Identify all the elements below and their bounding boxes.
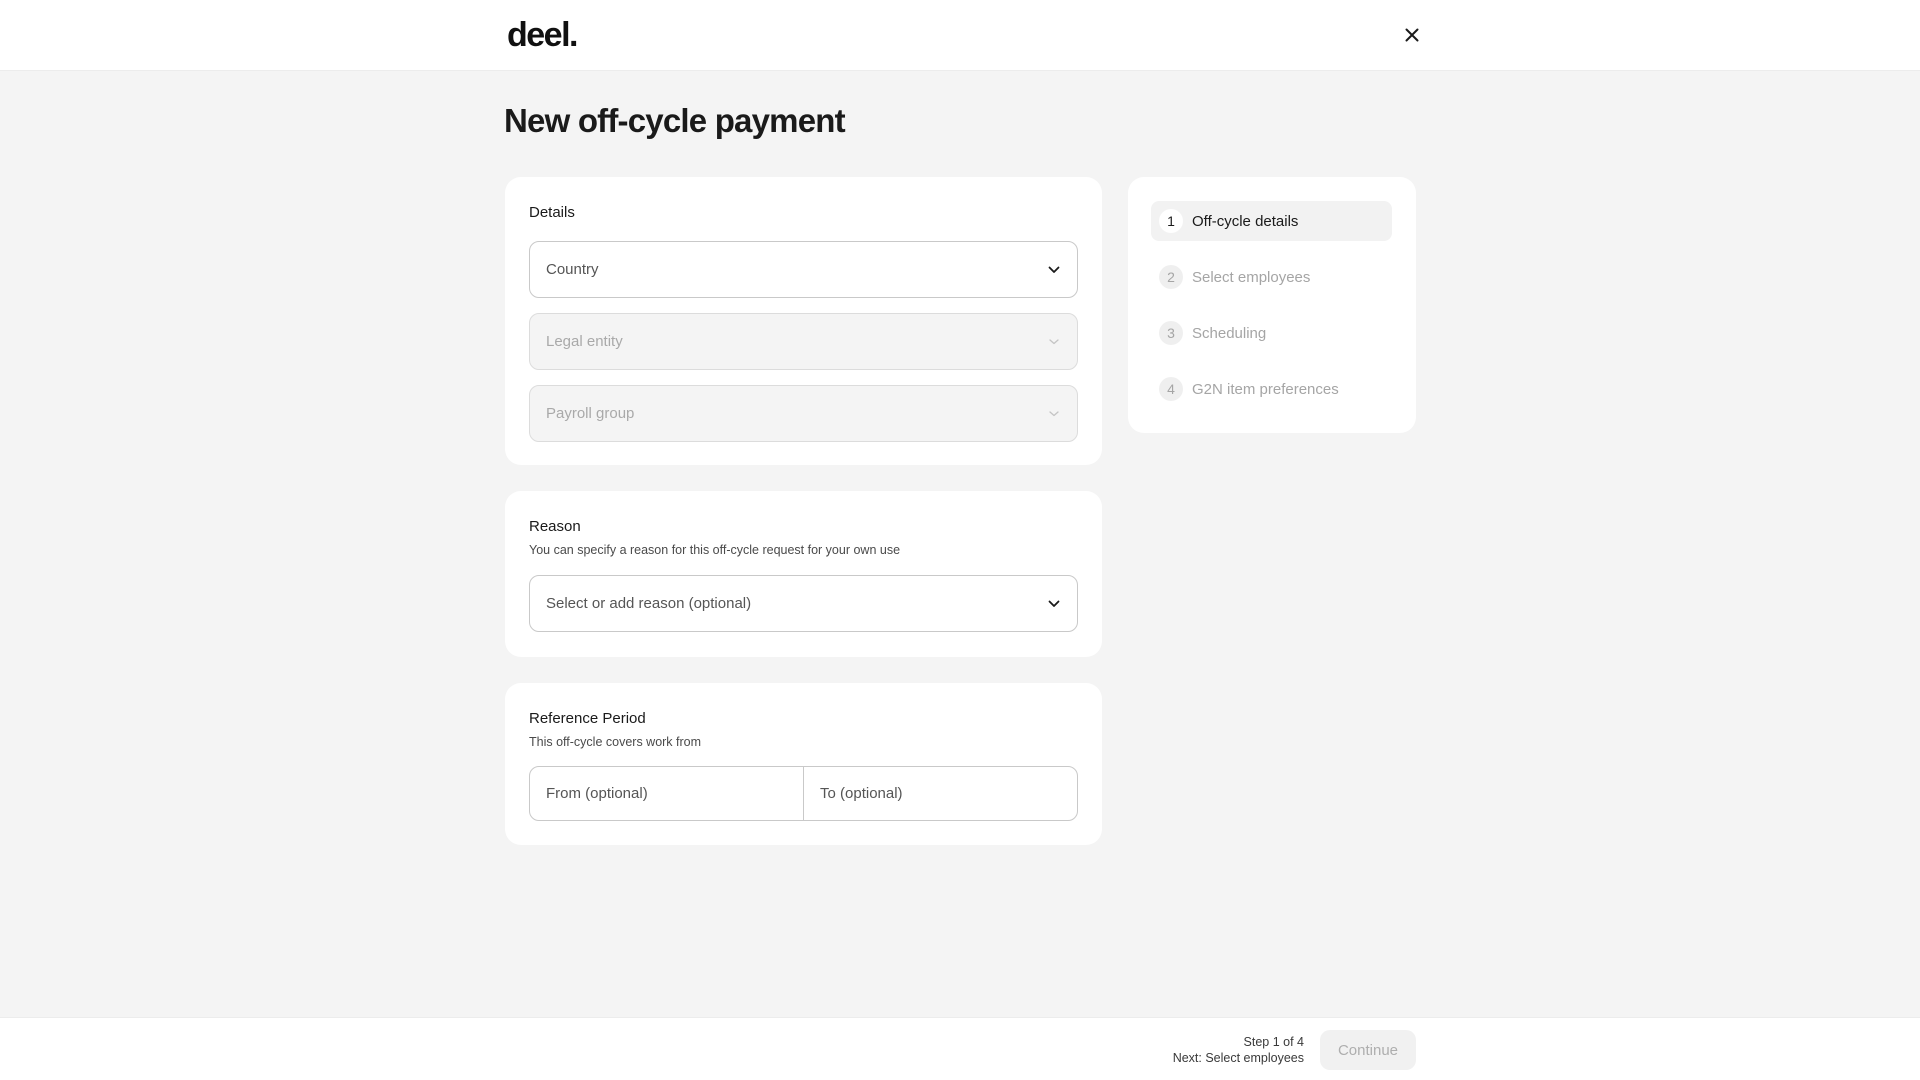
top-bar: deel. bbox=[0, 0, 1920, 71]
step-g2n-item-preferences: 4 G2N item preferences bbox=[1151, 369, 1392, 409]
step-scheduling: 3 Scheduling bbox=[1151, 313, 1392, 353]
chevron-down-icon bbox=[1047, 407, 1061, 421]
details-card: Details Country Legal entity Payroll gro… bbox=[505, 177, 1102, 465]
page-title: New off-cycle payment bbox=[504, 102, 846, 139]
close-icon bbox=[1405, 28, 1419, 42]
step-counter: Step 1 of 4 bbox=[1243, 1035, 1304, 1049]
reason-title: Reason bbox=[529, 518, 581, 535]
step-select-employees: 2 Select employees bbox=[1151, 257, 1392, 297]
step-off-cycle-details[interactable]: 1 Off-cycle details bbox=[1151, 201, 1392, 241]
country-select-label: Country bbox=[546, 261, 599, 278]
payroll-group-select-label: Payroll group bbox=[546, 405, 635, 422]
continue-button[interactable]: Continue bbox=[1320, 1030, 1416, 1070]
footer-bar: Step 1 of 4 Next: Select employees Conti… bbox=[0, 1017, 1920, 1080]
reason-card: Reason You can specify a reason for this… bbox=[505, 491, 1102, 657]
from-date-field[interactable]: From (optional) bbox=[530, 767, 803, 820]
chevron-down-icon bbox=[1047, 335, 1061, 349]
legal-entity-select: Legal entity bbox=[529, 313, 1078, 370]
chevron-down-icon bbox=[1047, 597, 1061, 611]
country-select[interactable]: Country bbox=[529, 241, 1078, 298]
details-title: Details bbox=[529, 204, 575, 221]
steps-card: 1 Off-cycle details 2 Select employees 3… bbox=[1128, 177, 1416, 433]
reference-period-card: Reference Period This off-cycle covers w… bbox=[505, 683, 1102, 845]
footer-step-info: Step 1 of 4 Next: Select employees bbox=[1173, 1034, 1304, 1066]
step-label: Off-cycle details bbox=[1192, 212, 1299, 230]
reference-period-title: Reference Period bbox=[529, 710, 646, 727]
to-date-field[interactable]: To (optional) bbox=[803, 767, 1077, 820]
reason-select[interactable]: Select or add reason (optional) bbox=[529, 575, 1078, 632]
step-number: 2 bbox=[1159, 265, 1183, 289]
reason-subtitle: You can specify a reason for this off-cy… bbox=[529, 543, 901, 557]
deel-logo[interactable]: deel. bbox=[507, 16, 578, 55]
date-range-input: From (optional) To (optional) bbox=[529, 766, 1078, 821]
chevron-down-icon bbox=[1047, 263, 1061, 277]
step-number: 3 bbox=[1159, 321, 1183, 345]
legal-entity-select-label: Legal entity bbox=[546, 333, 623, 350]
step-label: Scheduling bbox=[1192, 324, 1267, 342]
reference-period-subtitle: This off-cycle covers work from bbox=[529, 735, 702, 749]
close-button[interactable] bbox=[1399, 22, 1425, 48]
step-number: 4 bbox=[1159, 377, 1183, 401]
step-label: G2N item preferences bbox=[1192, 380, 1339, 398]
reason-select-label: Select or add reason (optional) bbox=[546, 595, 752, 612]
step-number: 1 bbox=[1159, 209, 1183, 233]
next-step-text: Next: Select employees bbox=[1172, 1051, 1304, 1065]
step-label: Select employees bbox=[1192, 268, 1311, 286]
payroll-group-select: Payroll group bbox=[529, 385, 1078, 442]
